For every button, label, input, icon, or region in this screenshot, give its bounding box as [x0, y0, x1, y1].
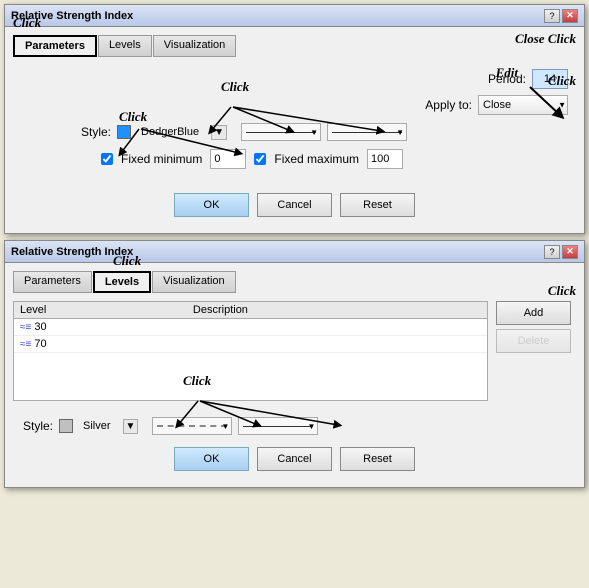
- fixed-max-checkbox[interactable]: [254, 153, 266, 165]
- bottom-tab-bar: Click Parameters Levels Visualization: [13, 271, 576, 293]
- level-30-desc: [187, 319, 487, 336]
- style-color-box-top[interactable]: [117, 125, 131, 139]
- bottom-style-name-dropdown: ▼: [123, 419, 139, 434]
- top-cancel-button[interactable]: Cancel: [257, 193, 332, 217]
- bottom-title-controls: ? ✕: [544, 245, 578, 259]
- fixed-max-label: Fixed maximum: [274, 152, 359, 166]
- top-form-area: Edit Period: Apply to: Close ▼ Click: [13, 65, 576, 181]
- tab-visualization-bottom[interactable]: Visualization: [152, 271, 236, 293]
- style-name-bottom: Silver: [83, 420, 111, 432]
- apply-label: Apply to:: [425, 98, 472, 112]
- top-title-controls: ? ✕: [544, 9, 578, 23]
- dialogs-container: Relative Strength Index ? ✕ Close Click …: [0, 0, 589, 492]
- bottom-title-bar: Relative Strength Index ? ✕: [5, 241, 584, 263]
- bottom-tab-click-label: Click: [113, 253, 141, 269]
- fixed-min-checkbox[interactable]: [101, 153, 113, 165]
- minmax-click-label: Click: [119, 109, 147, 125]
- edit-label-annotation: Edit: [496, 65, 518, 81]
- style-label-top: Style:: [81, 125, 111, 139]
- bottom-help-button[interactable]: ?: [544, 245, 560, 259]
- top-tab-click-label: Click: [13, 15, 41, 31]
- tab-levels-top[interactable]: Levels: [98, 35, 152, 57]
- tab-parameters-bottom[interactable]: Parameters: [13, 271, 92, 293]
- line-style-1[interactable]: ▼: [241, 123, 321, 141]
- bottom-reset-button[interactable]: Reset: [340, 447, 415, 471]
- top-help-button[interactable]: ?: [544, 9, 560, 23]
- col-level: Level: [14, 302, 187, 319]
- style-color-box-bottom[interactable]: [59, 419, 73, 433]
- top-ok-button[interactable]: OK: [174, 193, 249, 217]
- close-click-annotation: Close Click: [515, 31, 576, 47]
- bottom-line-style-2[interactable]: ▼: [238, 417, 318, 435]
- bottom-style-click-label: Click: [183, 373, 211, 389]
- top-dialog-content: Close Click Click Parameters Levels Visu…: [5, 27, 584, 233]
- fixed-max-input[interactable]: [367, 149, 403, 169]
- top-close-button[interactable]: ✕: [562, 9, 578, 23]
- bottom-dialog: Relative Strength Index ? ✕ Click Parame…: [4, 240, 585, 488]
- add-button[interactable]: Add: [496, 301, 571, 325]
- apply-select[interactable]: Close: [478, 95, 568, 115]
- tab-levels-bottom[interactable]: Levels: [93, 271, 151, 293]
- bottom-close-button[interactable]: ✕: [562, 245, 578, 259]
- levels-table-area: Level Description ≈≡ 30: [13, 301, 488, 401]
- bottom-cancel-button[interactable]: Cancel: [257, 447, 332, 471]
- levels-buttons-area: Click Add Delete: [496, 301, 576, 409]
- style-name-dropdown: ▼: [211, 125, 227, 140]
- bottom-dialog-content: Click Parameters Levels Visualization Le…: [5, 263, 584, 487]
- top-tab-bar: Click Parameters Levels Visualization: [13, 35, 576, 57]
- top-dialog: Relative Strength Index ? ✕ Close Click …: [4, 4, 585, 234]
- col-desc: Description: [187, 302, 487, 319]
- bottom-style-row: Style: Silver ▼ ▼ ▼ Click: [23, 417, 576, 435]
- apply-click-label: Click: [548, 73, 576, 89]
- bottom-button-row: OK Cancel Reset: [13, 447, 576, 479]
- level-30-icon: ≈≡: [20, 322, 31, 333]
- style-click-label-top: Click: [221, 79, 249, 95]
- bottom-line-style-1[interactable]: ▼: [152, 417, 232, 435]
- apply-dropdown-wrapper: Close ▼: [478, 95, 568, 115]
- top-button-row: OK Cancel Reset: [13, 193, 576, 225]
- style-label-bottom: Style:: [23, 419, 53, 433]
- level-70: ≈≡ 70: [14, 336, 187, 353]
- top-reset-button[interactable]: Reset: [340, 193, 415, 217]
- style-name-top: DodgerBlue: [141, 126, 199, 138]
- fixed-min-label: Fixed minimum: [121, 152, 202, 166]
- level-70-desc: [187, 336, 487, 353]
- delete-button[interactable]: Delete: [496, 329, 571, 353]
- level-70-icon: ≈≡: [20, 339, 31, 350]
- level-30: ≈≡ 30: [14, 319, 187, 336]
- tab-parameters-top[interactable]: Parameters: [13, 35, 97, 57]
- bottom-style-name-arrow[interactable]: ▼: [123, 419, 139, 434]
- levels-table-container: Level Description ≈≡ 30: [13, 301, 488, 409]
- table-row[interactable]: ≈≡ 30: [14, 319, 487, 336]
- bottom-ok-button[interactable]: OK: [174, 447, 249, 471]
- tab-visualization-top[interactable]: Visualization: [153, 35, 237, 57]
- levels-main-area: Level Description ≈≡ 30: [13, 301, 576, 409]
- levels-table: Level Description ≈≡ 30: [14, 302, 487, 353]
- line-style-2[interactable]: ▼: [327, 123, 407, 141]
- add-click-label: Click: [548, 283, 576, 299]
- top-title-bar: Relative Strength Index ? ✕: [5, 5, 584, 27]
- fixed-min-input[interactable]: [210, 149, 246, 169]
- table-row[interactable]: ≈≡ 70: [14, 336, 487, 353]
